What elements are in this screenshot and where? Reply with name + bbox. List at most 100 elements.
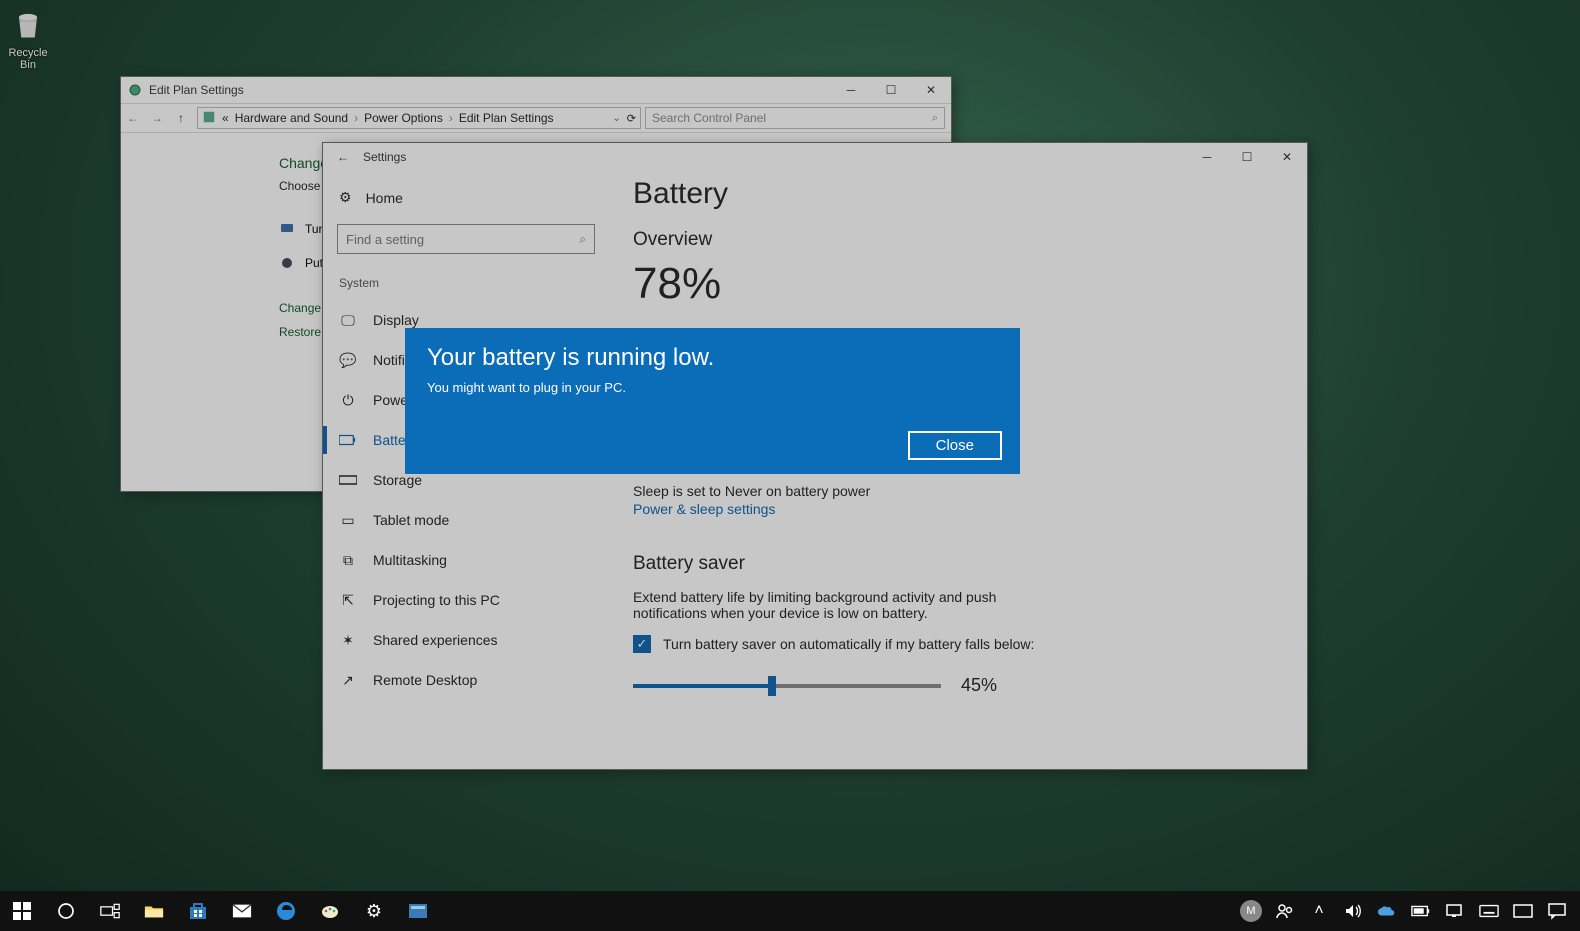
paint-button[interactable] xyxy=(308,891,352,931)
slider-thumb[interactable] xyxy=(768,676,776,696)
chevron-right-icon: › xyxy=(449,111,453,125)
refresh-icon[interactable]: ⟳ xyxy=(627,112,636,125)
crumb[interactable]: Edit Plan Settings xyxy=(459,111,554,125)
taskbar: ⚙ M ˄ xyxy=(0,891,1580,931)
slider-value: 45% xyxy=(961,675,997,696)
store-button[interactable] xyxy=(176,891,220,931)
forward-arrow-icon[interactable]: → xyxy=(145,111,169,125)
back-button[interactable]: ← xyxy=(323,150,363,164)
display-icon: 🖵 xyxy=(339,311,357,329)
cortana-button[interactable] xyxy=(44,891,88,931)
dropdown-chevron-icon[interactable]: ⌄ xyxy=(612,113,620,124)
sleep-never-text: Sleep is set to Never on battery power xyxy=(633,483,1283,499)
task-view-button[interactable] xyxy=(88,891,132,931)
start-button[interactable] xyxy=(0,891,44,931)
battery-saver-desc: Extend battery life by limiting backgrou… xyxy=(633,589,1013,621)
checkbox-checked-icon[interactable]: ✓ xyxy=(633,635,651,653)
low-battery-dialog: Your battery is running low. You might w… xyxy=(405,328,1020,474)
chevron-right-icon: › xyxy=(354,111,358,125)
battery-icon xyxy=(339,431,357,449)
notification-icon: 💬 xyxy=(339,351,357,369)
sidebar-item-label: Display xyxy=(373,312,419,328)
moon-icon xyxy=(279,255,295,271)
sidebar-home[interactable]: ⚙ Home xyxy=(339,189,595,206)
settings-titlebar[interactable]: ← Settings ─ ☐ ✕ xyxy=(323,143,1307,171)
minimize-button[interactable]: ─ xyxy=(831,77,871,103)
auto-saver-label: Turn battery saver on automatically if m… xyxy=(663,636,1034,652)
share-icon: ✶ xyxy=(339,631,357,649)
overview-heading: Overview xyxy=(633,229,1283,251)
sidebar-item-remote[interactable]: ↗ Remote Desktop xyxy=(337,660,595,700)
search-icon: ⌕ xyxy=(579,232,586,247)
show-desktop-button[interactable] xyxy=(1574,891,1580,931)
sidebar-item-label: Remote Desktop xyxy=(373,672,477,688)
cp-titlebar[interactable]: Edit Plan Settings ─ ☐ ✕ xyxy=(121,77,951,103)
dialog-close-button[interactable]: Close xyxy=(908,431,1002,460)
minimize-button[interactable]: ─ xyxy=(1187,144,1227,170)
cp-search[interactable]: Search Control Panel ⌕ xyxy=(645,107,945,129)
find-placeholder: Find a setting xyxy=(346,232,424,247)
volume-icon[interactable] xyxy=(1336,891,1370,931)
maximize-button[interactable]: ☐ xyxy=(871,77,911,103)
gear-icon: ⚙ xyxy=(339,189,352,206)
cp-search-placeholder: Search Control Panel xyxy=(652,111,766,125)
slider-fill xyxy=(633,684,772,688)
tray-chevron-icon[interactable]: ˄ xyxy=(1302,891,1336,931)
up-arrow-icon[interactable]: ↑ xyxy=(169,111,193,125)
settings-taskbar-button[interactable]: ⚙ xyxy=(352,891,396,931)
sidebar-item-label: Shared experiences xyxy=(373,632,498,648)
recycle-bin[interactable]: Recycle Bin xyxy=(6,6,50,71)
battery-percent: 78% xyxy=(633,259,1283,309)
sidebar-item-label: Storage xyxy=(373,472,422,488)
crumb[interactable]: Power Options xyxy=(364,111,443,125)
auto-saver-checkbox-row[interactable]: ✓ Turn battery saver on automatically if… xyxy=(633,635,1283,653)
user-account-button[interactable]: M xyxy=(1234,891,1268,931)
close-button[interactable]: ✕ xyxy=(1267,144,1307,170)
power-sleep-link[interactable]: Power & sleep settings xyxy=(633,501,775,517)
sidebar-section: System xyxy=(339,276,595,290)
cp-title: Edit Plan Settings xyxy=(149,83,244,97)
sidebar-item-label: Projecting to this PC xyxy=(373,592,500,608)
file-explorer-button[interactable] xyxy=(132,891,176,931)
chevron-left-icon: « xyxy=(222,111,229,125)
gear-icon: ⚙ xyxy=(366,901,382,922)
sidebar-item-multitasking[interactable]: ⧉ Multitasking xyxy=(337,540,595,580)
action-center-icon[interactable] xyxy=(1540,891,1574,931)
control-panel-taskbar-button[interactable] xyxy=(396,891,440,931)
dialog-message: You might want to plug in your PC. xyxy=(427,380,998,395)
user-initial: M xyxy=(1240,900,1262,922)
sidebar-item-label: Multitasking xyxy=(373,552,447,568)
display-off-icon xyxy=(279,221,295,237)
breadcrumb[interactable]: « Hardware and Sound › Power Options › E… xyxy=(197,107,641,129)
maximize-button[interactable]: ☐ xyxy=(1227,144,1267,170)
page-title: Battery xyxy=(633,177,1283,211)
power-plan-icon xyxy=(127,82,143,98)
back-arrow-icon[interactable]: ← xyxy=(121,111,145,125)
sidebar-item-tablet[interactable]: ▭Tablet mode xyxy=(337,500,595,540)
keyboard-icon[interactable] xyxy=(1472,891,1506,931)
threshold-slider[interactable] xyxy=(633,684,941,688)
dialog-title: Your battery is running low. xyxy=(427,344,998,372)
close-button[interactable]: ✕ xyxy=(911,77,951,103)
crumb[interactable]: Hardware and Sound xyxy=(235,111,348,125)
settings-title: Settings xyxy=(363,150,406,164)
sidebar-item-shared[interactable]: ✶ Shared experiences xyxy=(337,620,595,660)
battery-tray-icon[interactable] xyxy=(1404,891,1438,931)
find-setting-input[interactable]: Find a setting ⌕ xyxy=(337,224,595,254)
home-label: Home xyxy=(366,190,403,206)
mail-button[interactable] xyxy=(220,891,264,931)
recycle-bin-label: Recycle Bin xyxy=(6,47,50,71)
power-icon: ⏻ xyxy=(339,391,357,409)
tablet-icon: ▭ xyxy=(339,511,357,529)
people-button[interactable] xyxy=(1268,891,1302,931)
input-indicator-icon[interactable] xyxy=(1506,891,1540,931)
search-icon: ⌕ xyxy=(932,112,938,125)
cp-address-bar: ← → ↑ « Hardware and Sound › Power Optio… xyxy=(121,103,951,133)
multitask-icon: ⧉ xyxy=(339,551,357,569)
sidebar-item-projecting[interactable]: ⇱Projecting to this PC xyxy=(337,580,595,620)
network-icon[interactable] xyxy=(1438,891,1472,931)
edge-button[interactable] xyxy=(264,891,308,931)
battery-saver-heading: Battery saver xyxy=(633,553,1283,575)
remote-icon: ↗ xyxy=(339,671,357,689)
onedrive-icon[interactable] xyxy=(1370,891,1404,931)
